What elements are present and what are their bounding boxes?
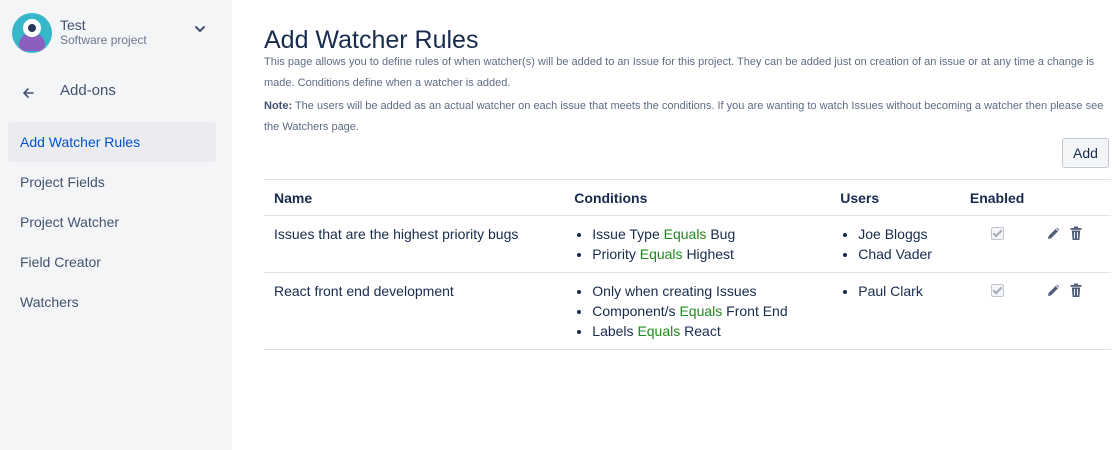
trash-icon[interactable] — [1068, 225, 1084, 241]
condition-item: Priority Equals Highest — [592, 244, 820, 264]
column-header-name: Name — [264, 179, 565, 216]
watcher-rules-table: Name Conditions Users Enabled Issues tha… — [264, 179, 1111, 350]
project-avatar — [12, 13, 52, 53]
rule-name: Issues that are the highest priority bug… — [264, 215, 565, 273]
sidebar: Test Software project Add-ons Add Watche… — [0, 0, 232, 450]
arrow-left-icon — [23, 88, 34, 98]
rule-name: React front end development — [264, 272, 565, 350]
trash-icon[interactable] — [1068, 282, 1084, 298]
table-header-row: Name Conditions Users Enabled — [264, 179, 1111, 216]
sidebar-item-watchers[interactable]: Watchers — [8, 282, 216, 322]
add-rule-button[interactable]: Add — [1062, 138, 1109, 168]
page-description: This page allows you to define rules of … — [264, 56, 1095, 89]
back-to-addons[interactable]: Add-ons — [20, 82, 220, 104]
page-note: Note: The users will be added as an actu… — [264, 96, 1112, 138]
condition-item: Only when creating Issues — [592, 281, 820, 301]
pencil-icon[interactable] — [1046, 225, 1062, 241]
condition-operator: Equals — [637, 323, 681, 339]
sidebar-item-field-creator[interactable]: Field Creator — [8, 242, 216, 282]
rule-conditions: Only when creating Issues Component/s Eq… — [564, 272, 831, 350]
condition-item: Labels Equals React — [592, 321, 820, 341]
column-header-enabled: Enabled — [959, 179, 1036, 216]
note-label: Note: — [264, 100, 293, 112]
sidebar-item-project-watcher[interactable]: Project Watcher — [8, 202, 216, 242]
rule-conditions: Issue Type Equals Bug Priority Equals Hi… — [564, 215, 831, 273]
sidebar-item-add-watcher-rules[interactable]: Add Watcher Rules — [8, 122, 216, 162]
rule-enabled-cell — [959, 215, 1036, 273]
main-content: Add Watcher Rules This page allows you t… — [232, 0, 1119, 450]
rule-users: Joe Bloggs Chad Vader — [830, 215, 960, 273]
rule-actions — [1035, 272, 1111, 350]
project-header[interactable]: Test Software project — [12, 13, 222, 53]
condition-operator: Equals — [679, 303, 723, 319]
rule-actions — [1035, 215, 1111, 273]
table-row: React front end development Only when cr… — [264, 272, 1111, 350]
enabled-checkbox — [991, 284, 1005, 297]
column-header-actions — [1035, 179, 1111, 216]
chevron-down-icon[interactable] — [190, 19, 210, 39]
rule-enabled-cell — [959, 272, 1036, 350]
project-name: Test — [60, 17, 86, 33]
condition-item: Component/s Equals Front End — [592, 301, 820, 321]
sidebar-item-project-fields[interactable]: Project Fields — [8, 162, 216, 202]
condition-item: Issue Type Equals Bug — [592, 224, 820, 244]
condition-operator: Equals — [639, 246, 683, 262]
user-item: Chad Vader — [858, 244, 950, 264]
project-type: Software project — [60, 33, 147, 47]
column-header-users: Users — [830, 179, 960, 216]
condition-operator: Equals — [663, 226, 707, 242]
enabled-checkbox — [991, 227, 1005, 240]
note-text: The users will be added as an actual wat… — [264, 100, 1104, 133]
column-header-conditions: Conditions — [564, 179, 831, 216]
user-item: Paul Clark — [858, 281, 950, 301]
rule-users: Paul Clark — [830, 272, 960, 350]
page-title: Add Watcher Rules — [264, 26, 479, 54]
back-label: Add-ons — [60, 82, 116, 99]
pencil-icon[interactable] — [1046, 282, 1062, 298]
user-item: Joe Bloggs — [858, 224, 950, 244]
table-row: Issues that are the highest priority bug… — [264, 215, 1111, 273]
